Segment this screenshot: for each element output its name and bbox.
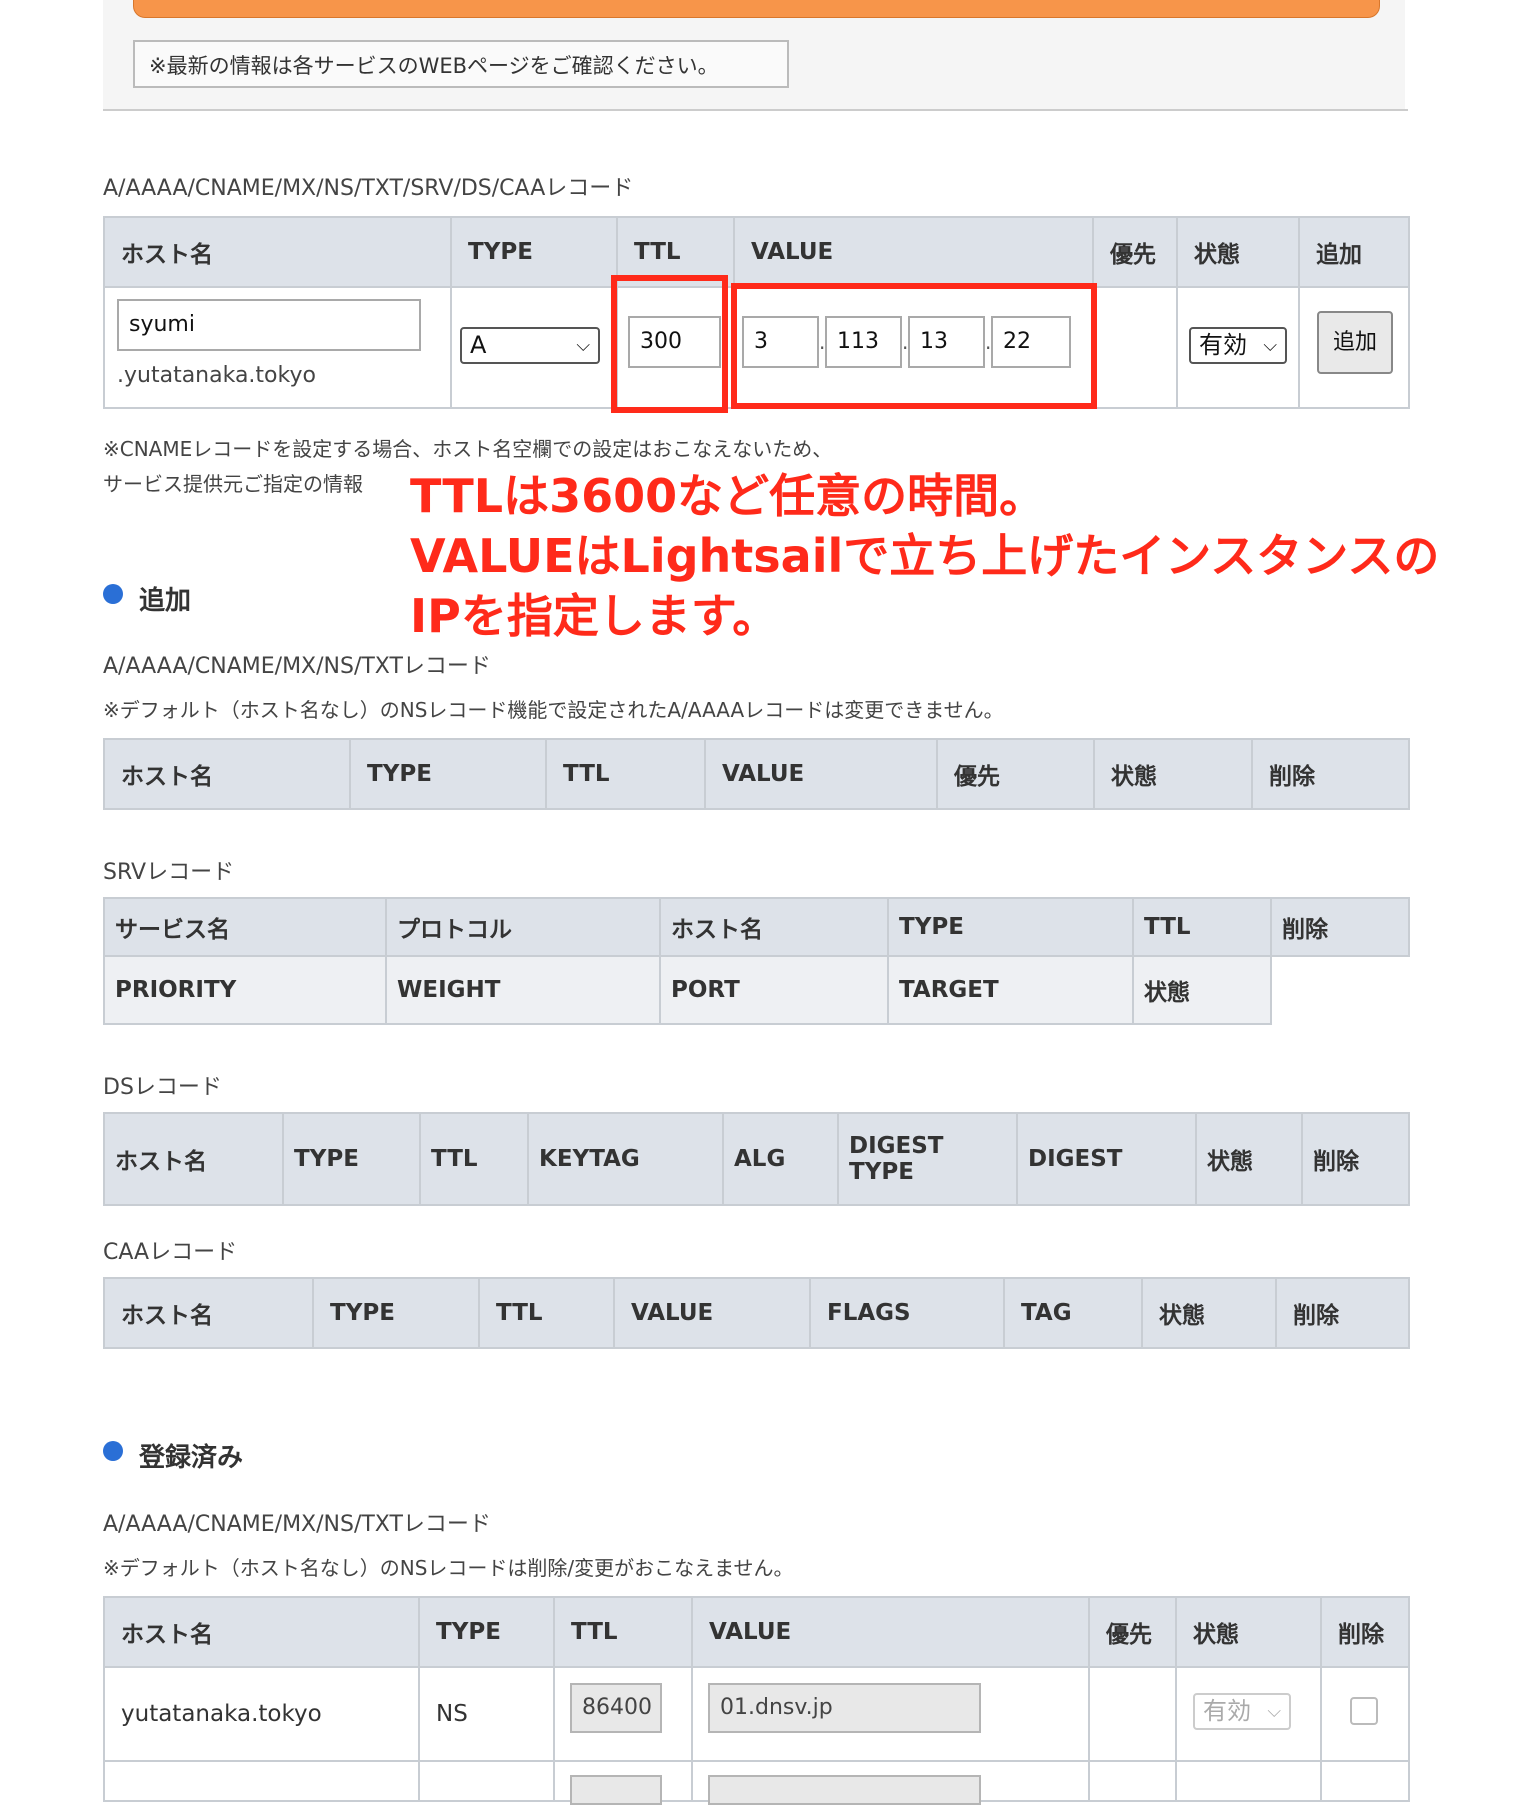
caa-header-status: 状態 bbox=[1141, 1277, 1277, 1349]
header-type: TYPE bbox=[450, 216, 618, 288]
header-delete: 削除 bbox=[1320, 1596, 1410, 1668]
added-a-table: ホスト名 TYPE TTL VALUE 優先 状態 削除 bbox=[103, 738, 1410, 810]
value-highlight-box bbox=[731, 283, 1097, 409]
row-host: yutatanaka.tokyo bbox=[103, 1666, 420, 1762]
cname-note-1: ※CNAMEレコードを設定する場合、ホスト名空欄での設定はおこなえないため、 bbox=[103, 437, 833, 461]
registered-note: ※デフォルト（ホスト名なし）のNSレコードは削除/変更がおこなえません。 bbox=[103, 1556, 794, 1580]
caa-header-delete: 削除 bbox=[1275, 1277, 1410, 1349]
ds-header-status: 状態 bbox=[1195, 1112, 1303, 1206]
ds-header-alg: ALG bbox=[722, 1112, 839, 1206]
caa-header-host: ホスト名 bbox=[103, 1277, 314, 1349]
srv-header-weight: WEIGHT bbox=[385, 955, 661, 1025]
header-priority: 優先 bbox=[1092, 216, 1178, 288]
srv-header-target: TARGET bbox=[887, 955, 1134, 1025]
caa-header-ttl: TTL bbox=[478, 1277, 615, 1349]
bullet-icon bbox=[103, 1441, 123, 1461]
registered-section-title: 登録済み bbox=[139, 1443, 244, 1473]
srv-header-port: PORT bbox=[659, 955, 889, 1025]
delete-checkbox[interactable] bbox=[1350, 1697, 1378, 1725]
annotation-text: TTLは3600など任意の時間。 VALUEはLightsailで立ち上げたイン… bbox=[410, 466, 1439, 646]
ds-header-keytag: KEYTAG bbox=[527, 1112, 724, 1206]
bullet-icon bbox=[103, 584, 123, 604]
cname-note-2: サービス提供元ご指定の情報 bbox=[103, 472, 363, 496]
srv-table: サービス名 プロトコル ホスト名 TYPE TTL 削除 PRIORITY WE… bbox=[103, 897, 1410, 1025]
srv-header-host: ホスト名 bbox=[659, 897, 889, 957]
ds-header-digest-type: DIGEST TYPE bbox=[837, 1112, 1018, 1206]
srv-header-type: TYPE bbox=[887, 897, 1134, 957]
registered-caption: A/AAAA/CNAME/MX/NS/TXTレコード bbox=[103, 1512, 491, 1537]
chevron-down-icon: ⌵ bbox=[1267, 1701, 1281, 1722]
add-button[interactable]: 追加 bbox=[1317, 311, 1393, 374]
row-value-input bbox=[708, 1775, 981, 1805]
header-add: 追加 bbox=[1298, 216, 1410, 288]
row-ttl-input bbox=[570, 1775, 662, 1805]
added-caption: A/AAAA/CNAME/MX/NS/TXTレコード bbox=[103, 654, 491, 679]
status-select[interactable]: 有効 ⌵ bbox=[1189, 327, 1287, 364]
row-ttl-input: 86400 bbox=[570, 1683, 662, 1733]
caa-header-type: TYPE bbox=[312, 1277, 480, 1349]
notice-box: ※最新の情報は各サービスのWEBページをご確認ください。 bbox=[133, 40, 789, 88]
caa-header-flags: FLAGS bbox=[809, 1277, 1005, 1349]
srv-header-service: サービス名 bbox=[103, 897, 387, 957]
header-priority: 優先 bbox=[936, 738, 1095, 810]
ttl-highlight-box bbox=[611, 275, 728, 413]
header-host: ホスト名 bbox=[103, 1596, 420, 1668]
header-ttl: TTL bbox=[553, 1596, 693, 1668]
annotation-line-1: TTLは3600など任意の時間。 bbox=[410, 469, 1046, 523]
add-form-caption: A/AAAA/CNAME/MX/NS/TXT/SRV/DS/CAAレコード bbox=[103, 176, 634, 201]
ds-header-type: TYPE bbox=[282, 1112, 421, 1206]
added-note: ※デフォルト（ホスト名なし）のNSレコード機能で設定されたA/AAAAレコードは… bbox=[103, 698, 1004, 722]
caa-table: ホスト名 TYPE TTL VALUE FLAGS TAG 状態 削除 bbox=[103, 1277, 1410, 1349]
ds-header-delete: 削除 bbox=[1301, 1112, 1410, 1206]
header-type: TYPE bbox=[349, 738, 547, 810]
header-priority: 優先 bbox=[1088, 1596, 1177, 1668]
srv-header-ttl: TTL bbox=[1132, 897, 1272, 957]
ds-header-digest: DIGEST bbox=[1016, 1112, 1197, 1206]
annotation-line-3: IPを指定します。 bbox=[410, 589, 779, 643]
row-status-select: 有効 ⌵ bbox=[1193, 1693, 1291, 1730]
srv-caption: SRVレコード bbox=[103, 860, 235, 885]
host-input[interactable]: syumi bbox=[117, 299, 421, 351]
type-select-value: A bbox=[470, 331, 487, 359]
ds-header-host: ホスト名 bbox=[103, 1112, 284, 1206]
srv-header-protocol: プロトコル bbox=[385, 897, 661, 957]
row-type: NS bbox=[418, 1666, 555, 1762]
submit-bar[interactable] bbox=[133, 0, 1380, 18]
caa-header-tag: TAG bbox=[1003, 1277, 1143, 1349]
header-host: ホスト名 bbox=[103, 216, 452, 288]
header-delete: 削除 bbox=[1251, 738, 1410, 810]
row-status-value: 有効 bbox=[1203, 1697, 1251, 1725]
header-status: 状態 bbox=[1093, 738, 1253, 810]
divider bbox=[103, 109, 1408, 111]
ds-header-ttl: TTL bbox=[419, 1112, 529, 1206]
ds-caption: DSレコード bbox=[103, 1075, 222, 1100]
row-value-input: 01.dnsv.jp bbox=[708, 1683, 981, 1733]
header-host: ホスト名 bbox=[103, 738, 351, 810]
header-value: VALUE bbox=[733, 216, 1094, 288]
type-select[interactable]: A ⌵ bbox=[460, 327, 600, 364]
header-value: VALUE bbox=[691, 1596, 1090, 1668]
srv-header-delete: 削除 bbox=[1270, 897, 1410, 957]
header-status: 状態 bbox=[1176, 216, 1300, 288]
ds-table: ホスト名 TYPE TTL KEYTAG ALG DIGEST TYPE DIG… bbox=[103, 1112, 1410, 1206]
added-section-title: 追加 bbox=[139, 586, 192, 616]
caa-header-value: VALUE bbox=[613, 1277, 811, 1349]
srv-header-status: 状態 bbox=[1132, 955, 1272, 1025]
chevron-down-icon: ⌵ bbox=[576, 335, 590, 356]
chevron-down-icon: ⌵ bbox=[1263, 335, 1277, 356]
header-status: 状態 bbox=[1175, 1596, 1322, 1668]
header-value: VALUE bbox=[704, 738, 938, 810]
srv-header-priority: PRIORITY bbox=[103, 955, 387, 1025]
status-select-value: 有効 bbox=[1199, 331, 1247, 359]
domain-suffix: .yutatanaka.tokyo bbox=[117, 363, 316, 388]
annotation-line-2: VALUEはLightsailで立ち上げたインスタンスの bbox=[410, 529, 1440, 583]
caa-caption: CAAレコード bbox=[103, 1240, 238, 1265]
header-type: TYPE bbox=[418, 1596, 555, 1668]
header-ttl: TTL bbox=[545, 738, 706, 810]
